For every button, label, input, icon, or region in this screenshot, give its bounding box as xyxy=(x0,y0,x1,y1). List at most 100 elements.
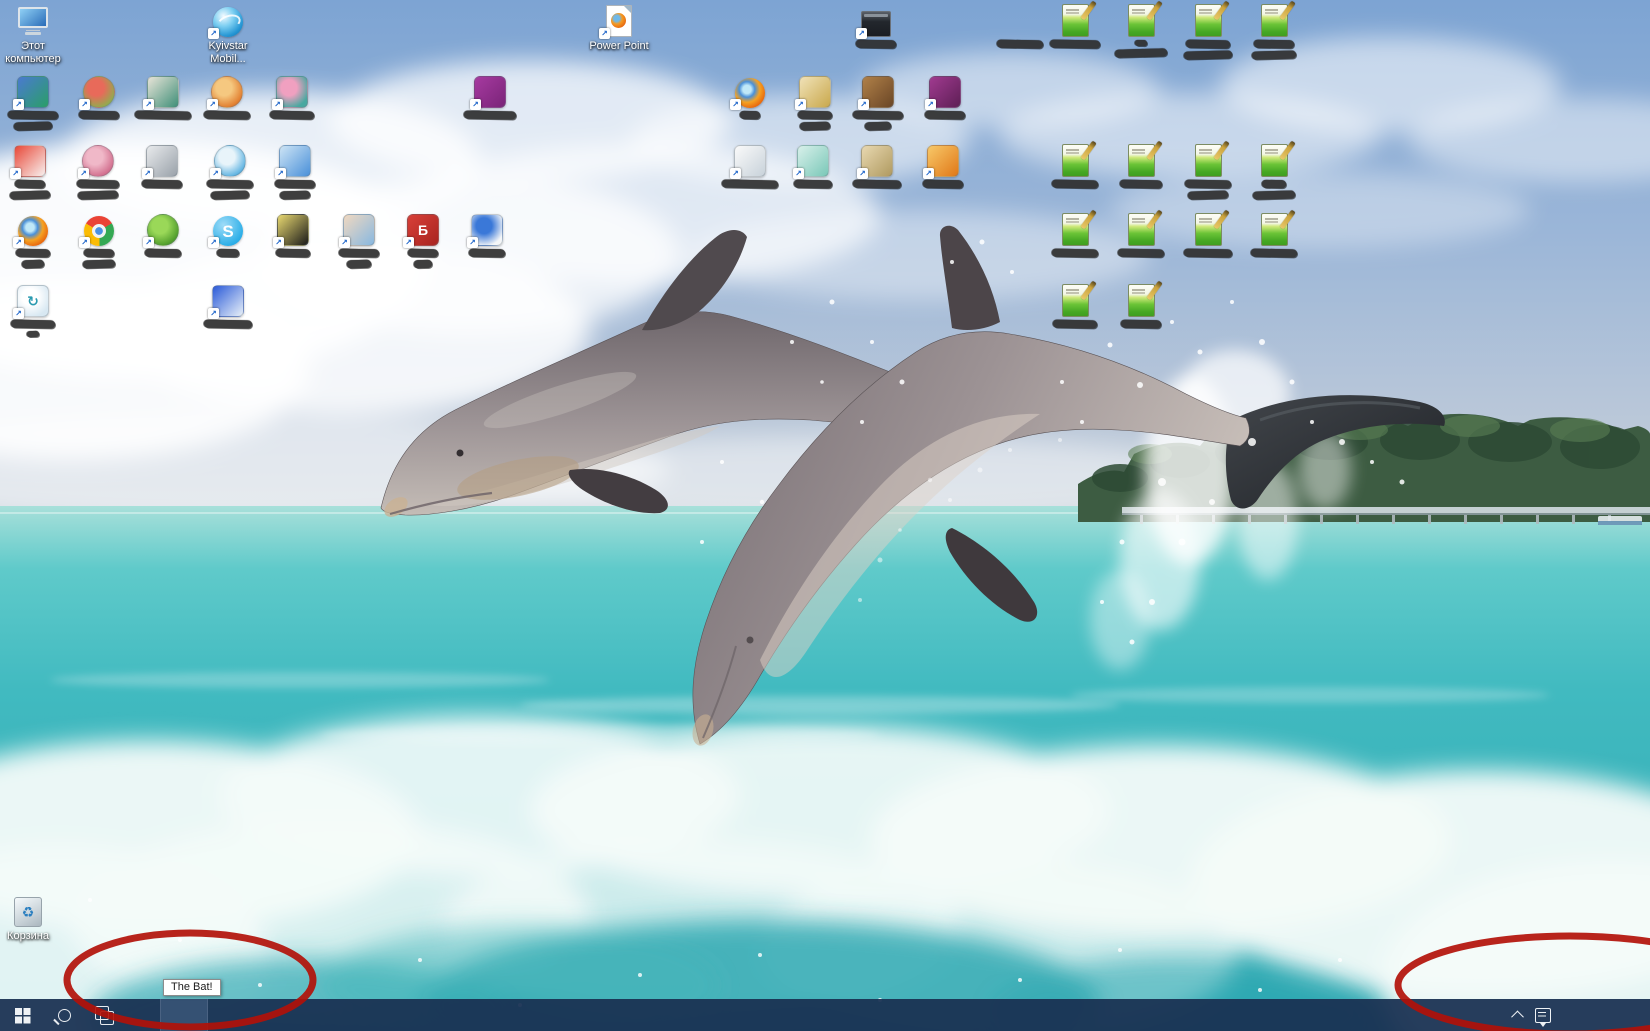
icon-green-doc-14[interactable] xyxy=(1103,283,1179,328)
shortcut-arrow-badge: ↗ xyxy=(272,99,283,110)
icon-green-doc-12-glyph-art xyxy=(1261,213,1288,246)
icon-green-doc-5-glyph-art xyxy=(1062,144,1089,177)
shortcut-arrow-badge: ↗ xyxy=(143,237,154,248)
icon-green-doc-11[interactable] xyxy=(1170,212,1246,257)
icon-redacted-blue-frame-image: ↗ xyxy=(15,74,51,108)
icon-green-doc-12[interactable] xyxy=(1236,212,1312,257)
icon-redacted-purple-megaphone[interactable]: ↗ xyxy=(452,74,528,119)
icon-power-point-image: ↗ xyxy=(601,3,637,37)
redacted-label-scribble xyxy=(217,249,239,257)
task-view-button[interactable] xyxy=(84,999,124,1031)
icon-redacted-blue-star-image: ↗ xyxy=(277,143,313,177)
redacted-label-scribble xyxy=(1115,48,1167,57)
icon-recycle-bin-glyph-art: ♻ xyxy=(14,897,42,927)
icon-redacted-white-blue[interactable]: ↗ xyxy=(449,212,525,257)
start-button[interactable] xyxy=(0,999,44,1031)
icon-green-doc-6[interactable] xyxy=(1103,143,1179,188)
icon-green-doc-2-glyph-art xyxy=(1128,4,1155,37)
icon-green-doc-7[interactable] xyxy=(1170,143,1246,199)
icon-redacted-purple-book[interactable]: ↗ xyxy=(907,74,983,119)
the-bat-app-button[interactable] xyxy=(160,999,208,1031)
shortcut-arrow-badge: ↗ xyxy=(143,99,154,110)
icon-redacted-white-blue-image: ↗ xyxy=(469,212,505,246)
icon-redacted-brown[interactable]: ↗ xyxy=(840,74,916,130)
icon-redacted-teal-mix-image: ↗ xyxy=(145,74,181,108)
redacted-label-scribble xyxy=(1184,249,1232,258)
action-center-button[interactable] xyxy=(1528,999,1558,1031)
icon-green-doc-8[interactable] xyxy=(1236,143,1312,199)
icon-kyivstar-mobile-image: ↗ xyxy=(210,3,246,37)
redacted-label-scribble xyxy=(925,111,965,120)
redacted-label-scribble xyxy=(1251,249,1297,258)
icon-redacted-sync-arrows[interactable]: ↻↗ xyxy=(0,283,71,337)
redacted-label-scribble xyxy=(22,260,44,269)
shortcut-arrow-badge: ↗ xyxy=(208,237,219,248)
redacted-label-scribble xyxy=(800,122,830,131)
redacted-label-scribble xyxy=(79,111,119,120)
redacted-label-scribble xyxy=(1262,180,1286,188)
icon-redacted-blue-star[interactable]: ↗ xyxy=(257,143,333,199)
shortcut-arrow-badge: ↗ xyxy=(210,168,221,179)
icon-this-pc[interactable]: Этот компьютер xyxy=(0,3,71,66)
redacted-label-scribble xyxy=(865,122,891,131)
shortcut-arrow-badge: ↗ xyxy=(207,99,218,110)
icon-redacted-beige-blue-image: ↗ xyxy=(341,212,377,246)
icon-kyivstar-mobile[interactable]: ↗Kyivstar Mobil... xyxy=(190,3,266,66)
icon-redacted-orange-heli[interactable]: ↗ xyxy=(905,143,981,188)
icon-green-doc-6-glyph-art xyxy=(1128,144,1155,177)
icon-redacted-beige-tall-image: ↗ xyxy=(797,74,833,108)
icon-redacted-pink-star[interactable]: ↗ xyxy=(254,74,330,119)
icon-green-doc-9[interactable] xyxy=(1037,212,1113,257)
icon-green-doc-1-image xyxy=(1057,3,1093,37)
icon-green-doc-1[interactable] xyxy=(1037,3,1113,48)
icon-redacted-blue-cloud-image: ↗ xyxy=(212,143,248,177)
icon-recycle-bin-image: ♻ xyxy=(10,893,46,927)
icon-green-doc-14-glyph-art xyxy=(1128,284,1155,317)
shortcut-arrow-badge: ↗ xyxy=(79,99,90,110)
icon-redacted-beige-2[interactable]: ↗ xyxy=(839,143,915,188)
icon-recycle-bin[interactable]: ♻Корзина xyxy=(0,893,66,943)
redacted-label-scribble xyxy=(1120,180,1162,189)
show-hidden-icons-button[interactable] xyxy=(1504,999,1530,1031)
icon-redacted-red-white[interactable]: ↗ xyxy=(0,143,68,199)
icon-redacted-orange-heli-image: ↗ xyxy=(925,143,961,177)
icon-redacted-black-yellow[interactable]: ↗ xyxy=(255,212,331,257)
redacted-label-scribble xyxy=(1252,50,1296,59)
icon-green-doc-7-glyph-art xyxy=(1195,144,1222,177)
icon-green-doc-3[interactable] xyxy=(1170,3,1246,59)
icon-green-doc-9-glyph-art xyxy=(1062,213,1089,246)
shortcut-arrow-badge: ↗ xyxy=(925,99,936,110)
taskbar xyxy=(0,999,1650,1031)
icon-redacted-label-only-image xyxy=(1002,3,1038,37)
redacted-label-scribble xyxy=(1050,40,1100,49)
icon-redacted-app-window-image: ↗ xyxy=(858,3,894,37)
icon-redacted-app-window[interactable]: ↗ xyxy=(838,3,914,48)
icon-green-doc-13-image xyxy=(1057,283,1093,317)
icon-power-point[interactable]: ↗Power Point xyxy=(581,3,657,53)
icon-redacted-orange-globe-image: ↗ xyxy=(209,74,245,108)
icon-green-doc-10-image xyxy=(1123,212,1159,246)
redacted-label-scribble xyxy=(856,40,896,49)
shortcut-arrow-badge: ↗ xyxy=(208,28,219,39)
redacted-label-scribble xyxy=(1052,180,1098,189)
icon-redacted-blue-suite[interactable]: ↗ xyxy=(190,283,266,328)
icon-green-doc-4[interactable] xyxy=(1236,3,1312,59)
search-button[interactable] xyxy=(44,999,84,1031)
icon-green-doc-11-glyph-art xyxy=(1195,213,1222,246)
icon-green-doc-13[interactable] xyxy=(1037,283,1113,328)
icon-redacted-green-ball-image: ↗ xyxy=(145,212,181,246)
icon-green-doc-2[interactable] xyxy=(1103,3,1179,57)
icon-redacted-colorful-globe-image: ↗ xyxy=(732,74,768,108)
icon-this-pc-image xyxy=(15,3,51,37)
redacted-label-scribble xyxy=(27,331,39,337)
icon-green-doc-5[interactable] xyxy=(1037,143,1113,188)
icon-redacted-gray-document[interactable]: ↗ xyxy=(124,143,200,188)
shortcut-arrow-badge: ↗ xyxy=(79,237,90,248)
icon-green-doc-4-glyph-art xyxy=(1261,4,1288,37)
icon-green-doc-13-glyph-art xyxy=(1062,284,1089,317)
redacted-label-scribble xyxy=(740,111,760,119)
icon-green-doc-10[interactable] xyxy=(1103,212,1179,257)
shortcut-arrow-badge: ↗ xyxy=(730,99,741,110)
windows-logo-icon xyxy=(15,1008,22,1015)
shortcut-arrow-badge: ↗ xyxy=(142,168,153,179)
